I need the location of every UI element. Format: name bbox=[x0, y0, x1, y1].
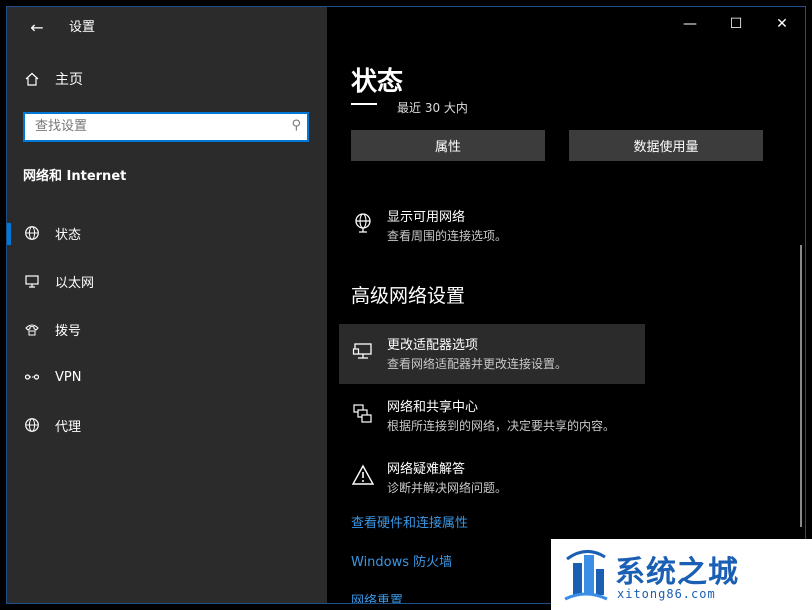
sidebar-item-label: 拨号 bbox=[55, 323, 82, 339]
recent-usage: 最近 30 大内 bbox=[351, 99, 468, 116]
watermark-url: xitong86.com bbox=[617, 587, 716, 601]
vpn-icon bbox=[21, 369, 43, 385]
app-title: 设置 bbox=[69, 20, 96, 35]
building-logo-icon bbox=[561, 545, 611, 607]
data-usage-button[interactable]: 数据使用量 bbox=[569, 130, 763, 161]
show-networks-link[interactable]: 显示可用网络 查看周围的连接选项。 bbox=[351, 209, 507, 245]
globe-antenna-icon bbox=[351, 209, 375, 245]
sharing-center[interactable]: 网络和共享中心 根据所连接到的网络，决定要共享的内容。 bbox=[351, 399, 615, 435]
recent-text: 最近 30 大内 bbox=[397, 101, 468, 115]
search-box[interactable]: ⚲ bbox=[23, 112, 309, 142]
settings-window: ← 设置 主页 ⚲ 网络和 Internet 状态 bbox=[6, 6, 806, 604]
network-status-icon bbox=[351, 102, 377, 113]
sidebar: ← 设置 主页 ⚲ 网络和 Internet 状态 bbox=[7, 7, 327, 603]
sidebar-item-label: VPN bbox=[55, 369, 82, 385]
setting-desc: 根据所连接到的网络，决定要共享的内容。 bbox=[387, 419, 616, 433]
setting-desc: 查看网络适配器并更改连接设置。 bbox=[387, 357, 568, 371]
globe-icon bbox=[21, 225, 43, 241]
watermark-title: 系统之城 bbox=[615, 555, 739, 590]
sidebar-item-ethernet[interactable]: 以太网 bbox=[7, 257, 327, 305]
scrollbar[interactable] bbox=[800, 245, 802, 527]
phone-icon bbox=[21, 321, 43, 337]
home-icon bbox=[21, 71, 43, 87]
main-content: 状态 最近 30 大内 属性 数据使用量 显示可用网络 查看周围的连接选项。 高… bbox=[327, 7, 805, 603]
globe-icon bbox=[21, 417, 43, 433]
setting-title: 网络疑难解答 bbox=[387, 462, 466, 477]
sidebar-item-dialup[interactable]: 拨号 bbox=[7, 305, 327, 353]
home-label: 主页 bbox=[55, 72, 83, 88]
hardware-properties-link[interactable]: 查看硬件和连接属性 bbox=[351, 512, 468, 531]
sidebar-item-vpn[interactable]: VPN bbox=[7, 353, 327, 401]
firewall-link[interactable]: Windows 防火墙 bbox=[351, 551, 452, 570]
search-input[interactable] bbox=[25, 114, 275, 138]
setting-title: 更改适配器选项 bbox=[387, 338, 479, 353]
monitor-icon bbox=[21, 273, 43, 289]
network-reset-link[interactable]: 网络重置 bbox=[351, 590, 403, 603]
setting-title: 显示可用网络 bbox=[387, 210, 466, 225]
change-adapter-options[interactable]: 更改适配器选项 查看网络适配器并更改连接设置。 bbox=[351, 337, 567, 373]
setting-title: 网络和共享中心 bbox=[387, 400, 479, 415]
sidebar-item-status[interactable]: 状态 bbox=[7, 209, 327, 257]
sidebar-item-home[interactable]: 主页 bbox=[21, 69, 83, 89]
back-button[interactable]: ← bbox=[19, 11, 55, 43]
sidebar-nav: 状态 以太网 拨号 VPN 代理 bbox=[7, 209, 327, 449]
advanced-settings-heading: 高级网络设置 bbox=[351, 285, 466, 307]
page-title: 状态 bbox=[351, 67, 404, 97]
section-title: 网络和 Internet bbox=[23, 169, 127, 184]
network-troubleshooter[interactable]: 网络疑难解答 诊断并解决网络问题。 bbox=[351, 461, 507, 497]
watermark: 系统之城 xitong86.com bbox=[551, 539, 812, 610]
back-arrow-icon: ← bbox=[30, 17, 44, 37]
sidebar-item-label: 以太网 bbox=[55, 275, 95, 291]
sidebar-item-proxy[interactable]: 代理 bbox=[7, 401, 327, 449]
sharing-icon bbox=[351, 399, 375, 435]
sidebar-item-label: 代理 bbox=[55, 419, 82, 435]
setting-desc: 查看周围的连接选项。 bbox=[387, 229, 508, 243]
warning-icon bbox=[351, 461, 375, 497]
adapter-icon bbox=[351, 337, 375, 373]
search-icon[interactable]: ⚲ bbox=[291, 118, 301, 133]
properties-button[interactable]: 属性 bbox=[351, 130, 545, 161]
setting-desc: 诊断并解决网络问题。 bbox=[387, 481, 508, 495]
sidebar-item-label: 状态 bbox=[55, 227, 82, 243]
